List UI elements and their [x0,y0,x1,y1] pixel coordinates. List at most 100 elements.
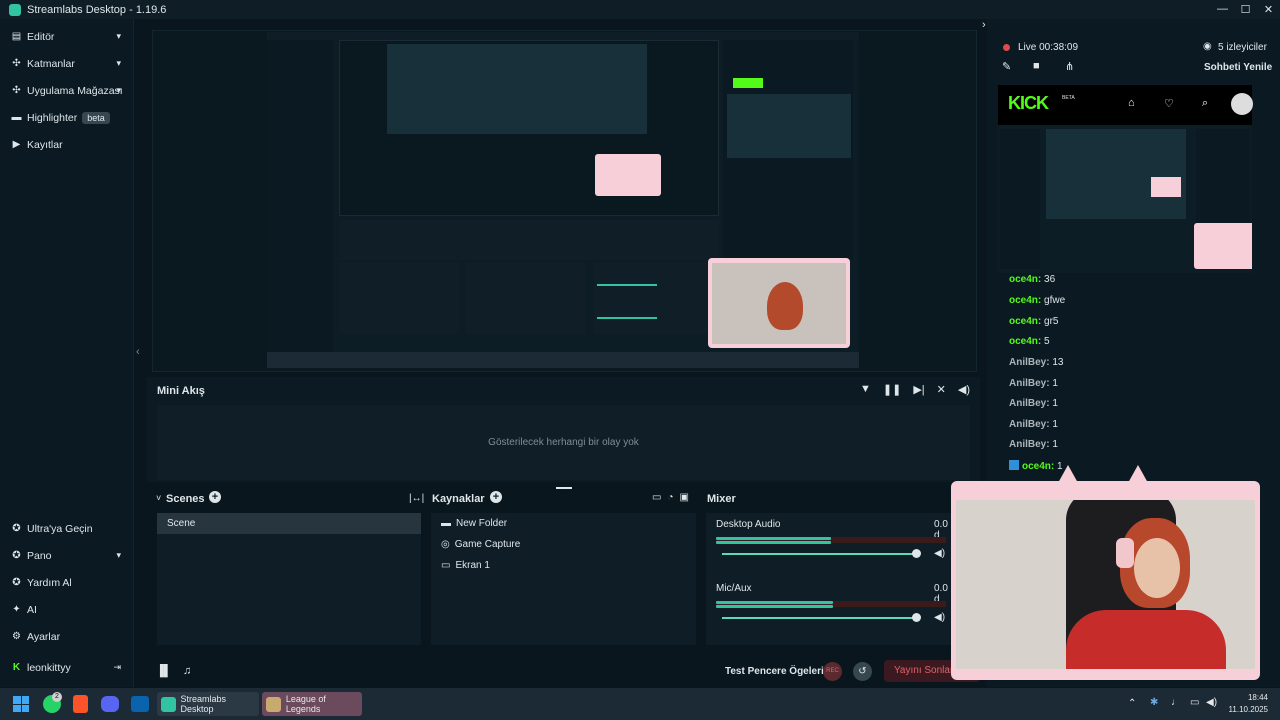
sidebar-item-ultra[interactable]: ✪ Ultra'ya Geçin [0,515,133,542]
mixer-panel: Mixer Desktop Audio 0.0 d ◀) Mic/Aux 0.0… [705,491,955,651]
minimize-button[interactable]: — [1211,3,1234,16]
chat-message: AnilBey: 13 [1009,357,1064,368]
kick-beta-label: BETA [1062,95,1075,101]
skip-icon[interactable]: ▶| [913,383,924,396]
sidebar-item-ai[interactable]: ✦ AI [0,596,133,623]
mixer-channel-label: Desktop Audio [716,519,781,530]
clock-time[interactable]: 18:44 [1240,693,1268,702]
sidebar-item-label: Uygulama Mağazası [27,84,123,97]
source-label: Game Capture [454,539,521,550]
discord-icon[interactable] [101,696,119,712]
mini-activity-panel: Mini Akış ▼ ❚❚ ▶| ✕ ◀) Gösterilecek herh… [147,377,980,482]
search-icon[interactable]: ⌕ [1202,97,1208,110]
clock-date[interactable]: 11.10.2025 [1226,705,1268,714]
store-icon: ✣ [12,85,21,96]
network-icon[interactable]: ▭ [1190,697,1199,708]
chevron-down-icon[interactable]: ˅ [156,493,161,503]
close-button[interactable]: ✕ [1257,3,1280,16]
empty-state: Gösterilecek herhangi bir olay yok [157,405,970,480]
speaker-icon[interactable]: ◀) [934,612,945,623]
sidebar-item-layers[interactable]: ✣ Katmanlar ▾ [0,50,133,77]
sidebar-item-help[interactable]: ✪ Yardım Al [0,569,133,596]
replay-icon[interactable]: ↺ [853,662,872,681]
sidebar-item-label: Kayıtlar [27,138,63,151]
taskbar-app-streamlabs[interactable]: Streamlabs Desktop [157,692,259,716]
microphone-icon[interactable]: ♩ [1171,697,1181,708]
streamlabs-icon [161,696,176,712]
transition-icon[interactable]: |↔| [409,493,424,504]
highlighter-icon: ▬ [11,112,22,123]
notification-badge: 2 [52,692,62,702]
source-item[interactable]: ▬ New Folder [431,513,696,534]
footer-bar: ▐▌ ♫ Test Pencere Ögeleri REC ↺ Yayını S… [147,655,980,687]
editor-icon: ▤ [11,31,22,42]
volume-knob[interactable] [912,549,921,558]
brave-icon[interactable] [73,695,88,713]
source-item[interactable]: ◎ Game Capture [431,534,696,555]
heart-icon[interactable]: ♡ [1164,97,1174,110]
test-widgets-label[interactable]: Test Pencere Ögeleri [725,666,824,677]
ultra-icon: ✪ [12,523,21,534]
chat-message: AnilBey: 1 [1009,439,1058,450]
viewer-count: 5 izleyiciler [1218,42,1267,53]
mixer-channel-label: Mic/Aux [716,583,752,594]
sidebar-item-editor[interactable]: ▤ Editör ▾ [0,23,133,50]
edit-icon[interactable]: ✎ [1002,60,1011,73]
add-source-icon[interactable]: + [490,491,502,503]
refresh-chat-button[interactable]: Sohbeti Yenile [1204,62,1272,73]
volume-knob[interactable] [912,613,921,622]
bluetooth-icon[interactable]: ✱ [1150,697,1158,708]
chat-message: oce4n: 1 [1009,460,1063,472]
sidebar-item-recordings[interactable]: ▶ Kayıtlar [0,131,133,158]
sidebar-item-label: Yardım Al [27,576,72,589]
audio-source-icon[interactable]: ◔ [667,492,673,503]
scene-item[interactable]: Scene [157,513,421,534]
chevron-down-icon: ▾ [116,550,121,560]
ai-sparkle-icon: ✦ [12,604,21,615]
speaker-icon[interactable]: ◀) [934,548,945,559]
panel-title: Mixer [707,493,736,505]
sidebar-item-dashboard[interactable]: ✪ Pano ▾ [0,542,133,569]
source-filter-icon[interactable]: ▭ [652,492,661,503]
camera-icon[interactable]: ■ [1033,60,1040,72]
share-icon[interactable]: ⋔ [1065,60,1074,73]
rec-button[interactable]: REC [823,662,842,681]
filter-icon[interactable]: ▼ [860,383,871,396]
taskbar-app-label: Streamlabs Desktop [180,694,227,714]
avatar[interactable] [1231,93,1253,115]
sidebar-item-label: Highlighter [27,111,78,124]
notification-icon[interactable]: ♫ [183,665,191,677]
collapse-left-icon[interactable]: ‹ [136,346,140,358]
collapse-right-icon[interactable]: › [982,19,986,31]
cat-ear-right-icon [1128,465,1148,483]
sidebar-item-settings[interactable]: ⚙ Ayarlar [0,623,133,650]
stats-icon[interactable]: ▐▌ [156,665,172,677]
volume-icon[interactable]: ◀) [958,383,970,396]
kick-k-icon: K [12,662,21,673]
maximize-button[interactable]: ☐ [1234,3,1257,16]
preview-canvas[interactable] [267,32,859,368]
streamlabs-logo-icon [9,3,21,16]
audio-level-meter [716,601,834,604]
sidebar-item-label: AI [27,603,37,616]
add-folder-icon[interactable]: ▣ [680,492,689,503]
volume-icon[interactable]: ◀) [1206,697,1217,708]
logout-icon[interactable]: ⇥ [113,662,121,673]
add-scene-icon[interactable]: + [209,491,221,503]
outlook-icon[interactable] [131,696,149,712]
store-icon[interactable]: ⌂ [1128,97,1135,109]
volume-slider[interactable] [722,553,916,555]
source-item[interactable]: ▭ Ekran 1 [431,555,696,576]
pause-icon[interactable]: ❚❚ [883,383,901,396]
tray-expand-icon[interactable]: ⌃ [1128,698,1136,709]
sidebar-item-highlighter[interactable]: ▬ Highlighter beta [0,104,133,131]
source-label: Ekran 1 [455,560,490,571]
resize-handle[interactable] [556,487,572,489]
sidebar-item-store[interactable]: ✣ Uygulama Mağazası ▾ [0,77,133,104]
sidebar-item-account[interactable]: K leonkittyy ⇥ [0,654,133,681]
mute-alerts-icon[interactable]: ✕ [937,383,946,396]
windows-start-icon[interactable] [13,696,29,712]
chat-message: oce4n: gfwe [1009,295,1066,306]
volume-slider[interactable] [722,617,916,619]
taskbar-app-league[interactable]: League of Legends [262,692,362,716]
